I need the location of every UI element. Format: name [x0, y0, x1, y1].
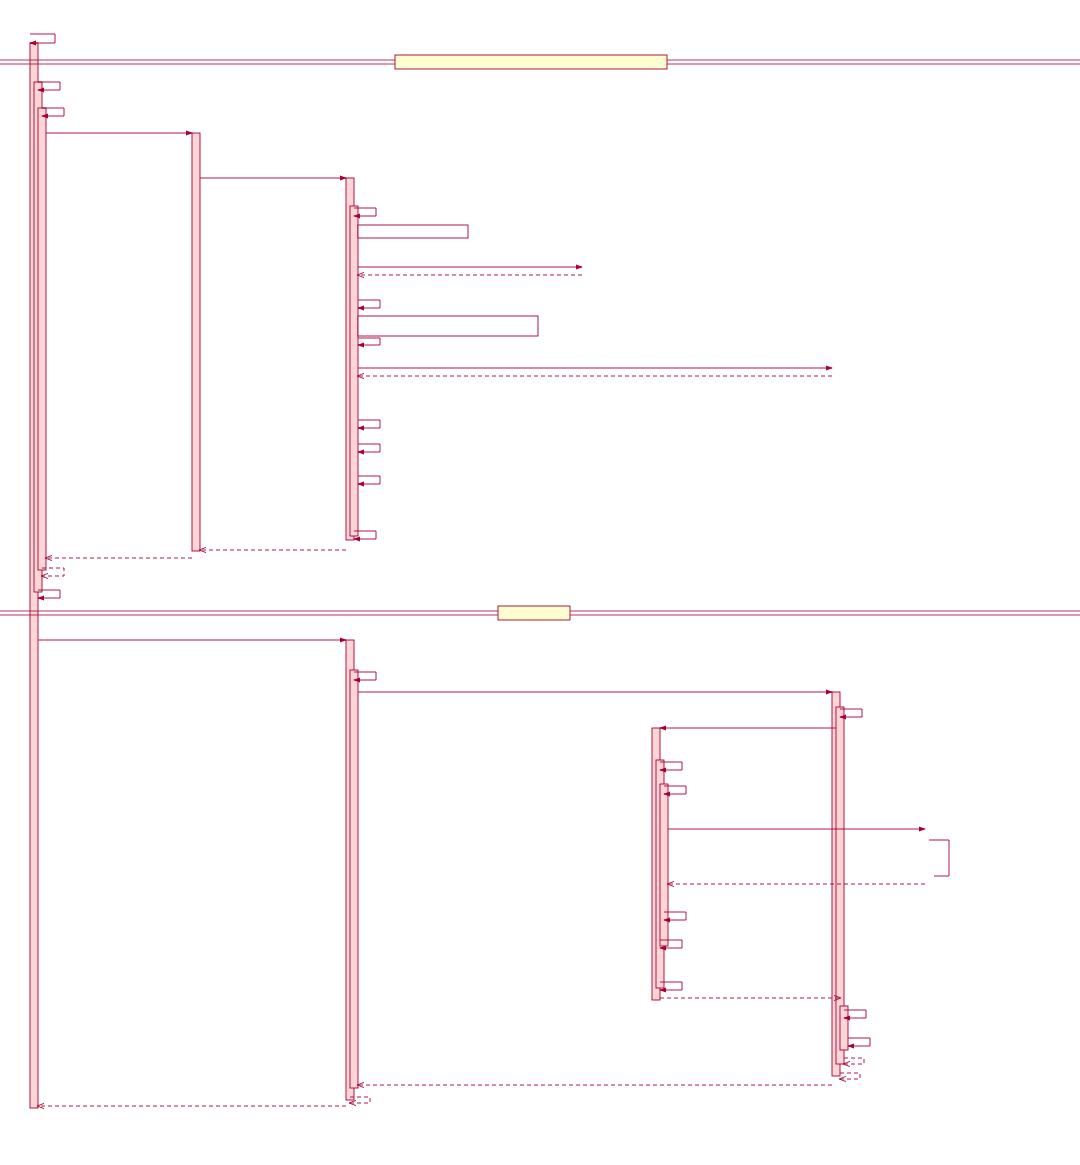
svg-rect-7 [350, 670, 358, 1088]
svg-rect-13 [840, 1006, 848, 1050]
svg-rect-19 [358, 225, 468, 238]
svg-rect-3 [192, 133, 200, 551]
svg-rect-29 [498, 606, 570, 620]
svg-rect-16 [395, 55, 667, 69]
svg-rect-5 [350, 206, 358, 536]
svg-rect-12 [660, 784, 668, 946]
svg-rect-2 [38, 108, 46, 570]
svg-rect-22 [358, 316, 538, 336]
